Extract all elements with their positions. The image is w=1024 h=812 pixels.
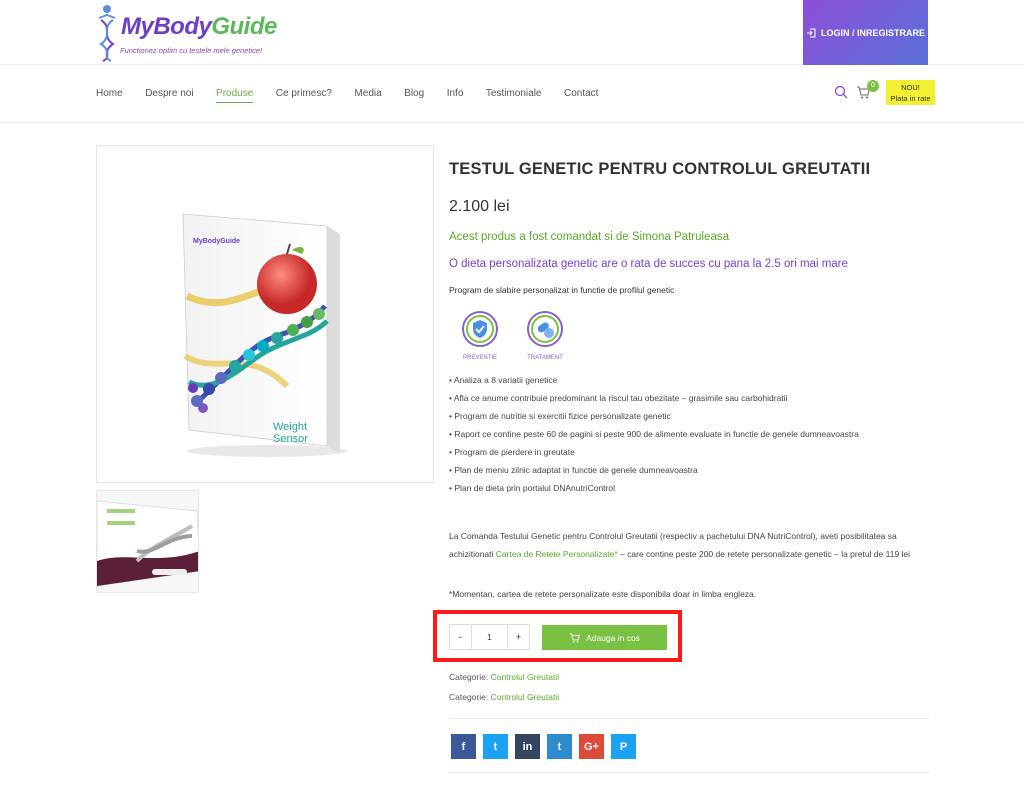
product-title: TESTUL GENETIC PENTRU CONTROLUL GREUTATI…	[449, 160, 871, 178]
divider	[449, 772, 929, 773]
promo-line-new: NOU!	[901, 83, 920, 92]
preventie-label: PREVENTIE	[462, 355, 497, 361]
nav-item-despre-noi[interactable]: Despre noi	[145, 88, 193, 103]
promo-line-installments: Plata in rate	[890, 94, 931, 103]
book-title-line2: Sensor	[273, 433, 308, 445]
logo-text-body: Body	[153, 13, 212, 40]
category-link[interactable]: Controlul Greutatii	[491, 692, 560, 702]
login-label: LOGIN / INREGISTRARE	[820, 27, 925, 38]
logo-tagline: Functionez optim cu testele mele genetic…	[120, 46, 263, 55]
diet-success-claim: O dieta personalizata genetic are o rata…	[449, 258, 848, 270]
pinterest-share-button[interactable]: P	[611, 734, 636, 759]
product-thumbnail[interactable]	[96, 490, 199, 593]
nav-item-home[interactable]: Home	[96, 88, 123, 103]
dna-nutricontrol-kit-image	[97, 491, 198, 592]
feature-item: • Analiza a 8 variatii genetice	[449, 375, 558, 385]
quantity-input[interactable]	[472, 625, 507, 649]
recipe-book-note: *Momentan, cartea de retete personalizat…	[449, 589, 757, 599]
feature-item: • Plan de dieta prin portalul DNAnutriCo…	[449, 483, 615, 493]
nav-item-media[interactable]: Media	[354, 88, 381, 103]
tumblr-share-button[interactable]: t	[547, 734, 572, 759]
category-link[interactable]: Controlul Greutatii	[491, 672, 560, 682]
recipe-book-link[interactable]: Cartea de Retete Personalizate*	[496, 549, 618, 559]
feature-item: • Program de nutritie si exercitii fizic…	[449, 411, 671, 421]
nav-item-ce-primesc[interactable]: Ce primesc?	[276, 88, 332, 103]
product-short-description: Program de slabire personalizat in funct…	[449, 285, 675, 295]
pinterest-icon: P	[619, 740, 628, 753]
search-icon[interactable]	[834, 85, 848, 99]
nav-menu: Home Despre noi Produse Ce primesc? Media Blo…	[96, 88, 621, 103]
login-register-button[interactable]: LOGIN / INREGISTRARE	[803, 0, 928, 65]
top-bar: MyBodyGuide Functionez optim cu testele …	[0, 0, 1024, 65]
recipe-book-offer: La Comanda Testului Genetic pentru Contr…	[449, 528, 919, 563]
login-icon	[806, 28, 816, 37]
twitter-icon: t	[493, 740, 498, 753]
nav-item-contact[interactable]: Contact	[564, 88, 598, 103]
add-to-cart-label: Adauga in cos	[586, 632, 640, 643]
product-main-image[interactable]: MyBodyGuide Weight Sensor	[96, 145, 434, 483]
quantity-stepper: - +	[449, 624, 530, 650]
facebook-icon: f	[461, 740, 466, 753]
logo[interactable]: MyBodyGuide Functionez optim cu testele …	[96, 4, 277, 62]
product-price: 2.100 lei	[449, 198, 510, 215]
offer-text-end: – care contine peste 200 de retete perso…	[617, 548, 911, 559]
feature-list: • Analiza a 8 variatii genetice • Afla ce…	[449, 371, 859, 497]
pills-icon	[527, 311, 563, 347]
tratament-label: TRATAMENT	[527, 355, 563, 361]
nav-item-produse[interactable]: Produse	[216, 88, 254, 103]
main-navigation: Home Despre noi Produse Ce primesc? Media Blo…	[0, 66, 1024, 123]
preventie-badge: PREVENTIE	[460, 310, 500, 361]
dna-figure-icon	[98, 5, 116, 62]
feature-item: • Afla ce anume contribuie predominant l…	[449, 393, 788, 403]
google-plus-share-button[interactable]: G+	[579, 734, 604, 759]
logo-text-my: My	[121, 13, 154, 40]
nav-item-testimoniale[interactable]: Testimoniale	[486, 88, 542, 103]
feature-item: • Raport ce contine peste 60 de pagini s…	[449, 429, 859, 439]
tumblr-icon: t	[557, 740, 562, 753]
linkedin-share-button[interactable]: in	[515, 734, 540, 759]
social-share-bar: f t in t G+ P	[451, 734, 636, 759]
quantity-increase-button[interactable]: +	[507, 625, 529, 649]
linkedin-icon: in	[522, 740, 533, 753]
quantity-decrease-button[interactable]: -	[450, 625, 472, 649]
installment-promo-badge[interactable]: NOU! Plata in rate	[886, 80, 935, 105]
category-label: Categorie:	[449, 672, 489, 682]
add-to-cart-button[interactable]: Adauga in cos	[542, 625, 667, 650]
twitter-share-button[interactable]: t	[483, 734, 508, 759]
cart-icon	[569, 632, 580, 643]
ordered-by-notice: Acest produs a fost comandat si de Simon…	[449, 231, 729, 243]
divider	[449, 718, 929, 719]
feature-item: • Program de pierdere in greutate	[449, 447, 575, 457]
nav-item-blog[interactable]: Blog	[404, 88, 424, 103]
book-brand-text: MyBodyGuide	[193, 238, 240, 245]
category-label: Categorie:	[449, 692, 489, 702]
tratament-badge: TRATAMENT	[525, 310, 565, 361]
shield-check-icon	[462, 311, 498, 347]
nav-item-info[interactable]: Info	[447, 88, 464, 103]
logo-text-guide: Guide	[211, 13, 277, 40]
facebook-share-button[interactable]: f	[451, 734, 476, 759]
google-plus-icon: G+	[584, 740, 599, 753]
feature-item: • Plan de meniu zilnic adaptat in functi…	[449, 465, 698, 475]
header-tools: 0 NOU! Plata in rate	[834, 80, 944, 108]
category-line-1: Categorie: Controlul Greutatii	[449, 672, 559, 682]
weight-sensor-book-image: MyBodyGuide Weight Sensor	[182, 213, 347, 457]
category-line-2: Categorie: Controlul Greutatii	[449, 692, 559, 702]
cart-count-badge: 0	[867, 80, 879, 92]
book-title-line1: Weight	[273, 421, 307, 433]
